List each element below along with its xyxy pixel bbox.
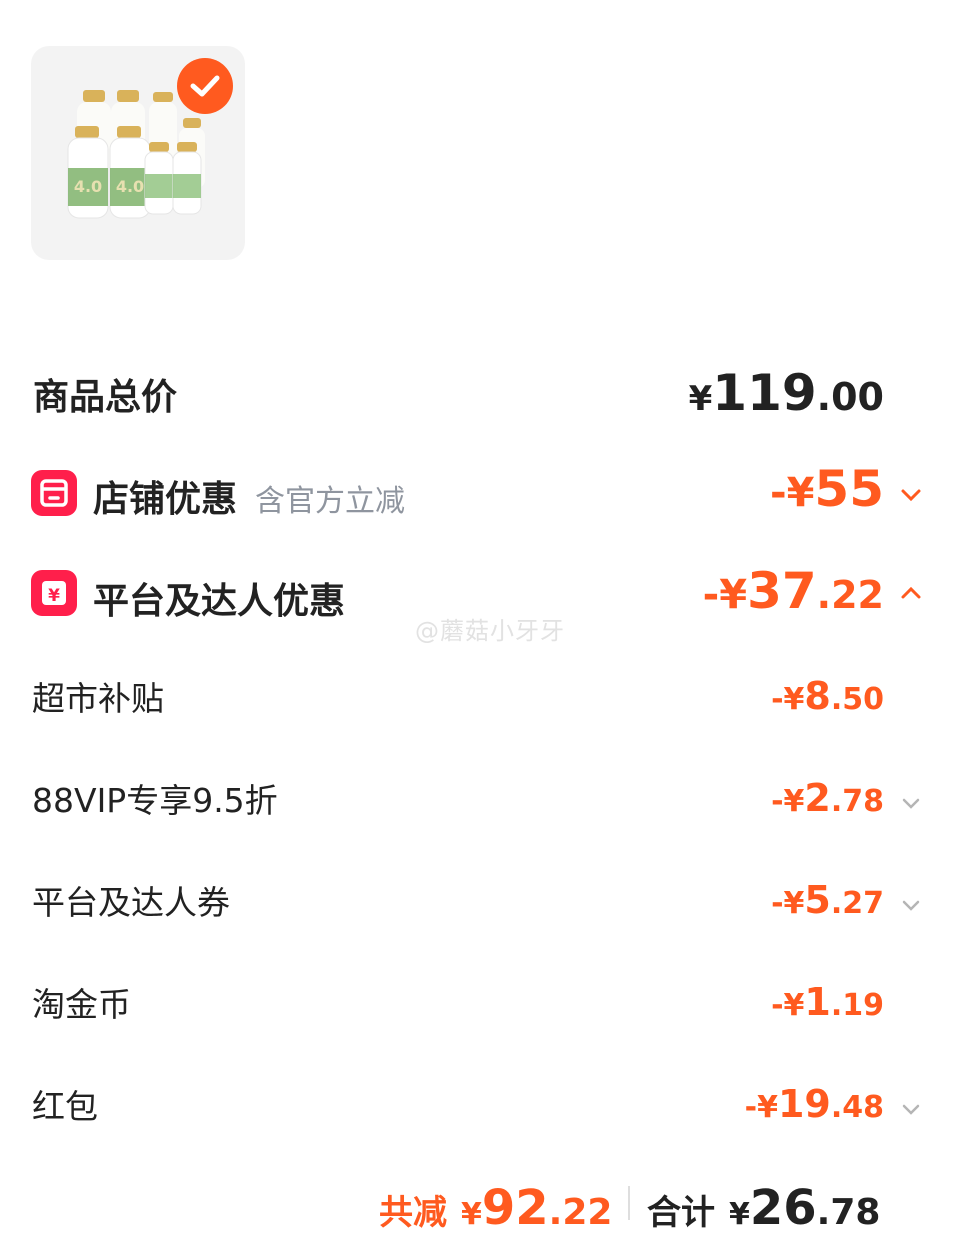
discount-item-amount: -¥ 5.27 (771, 878, 884, 922)
grand-total-label: 合计 (647, 1193, 715, 1233)
chevron-down-icon[interactable] (900, 1103, 922, 1117)
footer-summary: 共减 ¥ 92 .22 合计 ¥ 26 .78 (0, 1172, 960, 1236)
footer-divider (628, 1186, 630, 1220)
svg-text:4.0: 4.0 (74, 177, 102, 196)
store-discount-amount: -¥ 55 (769, 460, 884, 518)
store-discount-label: 店铺优惠 含官方立减 (93, 479, 406, 520)
store-discount-note: 含官方立减 (255, 484, 406, 519)
discount-item-label: 平台及达人券 (32, 883, 230, 922)
discount-item-amount: -¥ 8.50 (771, 674, 884, 718)
chevron-down-icon[interactable] (900, 899, 922, 913)
chevron-down-icon[interactable] (900, 488, 922, 502)
watermark: @蘑菇小牙牙 (415, 617, 565, 645)
discount-item-amount: -¥ 2.78 (771, 776, 884, 820)
chevron-up-icon[interactable] (900, 586, 922, 600)
discount-item-row[interactable]: 88VIP专享9.5折 -¥ 2.78 (0, 770, 960, 830)
total-price-label: 商品总价 (33, 377, 178, 418)
svg-text:¥: ¥ (48, 586, 60, 606)
store-discount-row[interactable]: 店铺优惠 含官方立减 -¥ 55 (0, 460, 960, 524)
discount-item-amount: -¥ 1.19 (771, 980, 884, 1024)
discount-item-amount: -¥ 19.48 (744, 1082, 884, 1126)
svg-text:4.0: 4.0 (116, 177, 144, 196)
discount-item-row: 超市补贴 -¥ 8.50 (0, 668, 960, 728)
total-saved-label: 共减 (379, 1193, 447, 1233)
total-price-row: 商品总价 ¥ 119 .00 (0, 360, 960, 422)
discount-item-label: 淘金币 (32, 985, 131, 1024)
store-icon (31, 470, 77, 516)
discount-item-row: 淘金币 -¥ 1.19 (0, 974, 960, 1034)
chevron-down-icon[interactable] (900, 797, 922, 811)
discount-item-label: 红包 (32, 1087, 98, 1126)
grand-total: 合计 ¥ 26 .78 (647, 1180, 881, 1236)
discount-item-row[interactable]: 红包 -¥ 19.48 (0, 1076, 960, 1136)
discount-item-row[interactable]: 平台及达人券 -¥ 5.27 (0, 872, 960, 932)
total-price-value: ¥ 119 .00 (688, 364, 884, 422)
platform-discount-label: 平台及达人优惠 (93, 581, 346, 622)
total-saved: 共减 ¥ 92 .22 (379, 1180, 613, 1236)
discount-item-label: 88VIP专享9.5折 (32, 781, 278, 820)
platform-discount-amount: -¥ 37 .22 (702, 562, 884, 620)
discount-item-label: 超市补贴 (32, 679, 164, 718)
selected-check-icon[interactable] (177, 58, 233, 114)
yuan-coupon-icon: ¥ (31, 570, 77, 616)
